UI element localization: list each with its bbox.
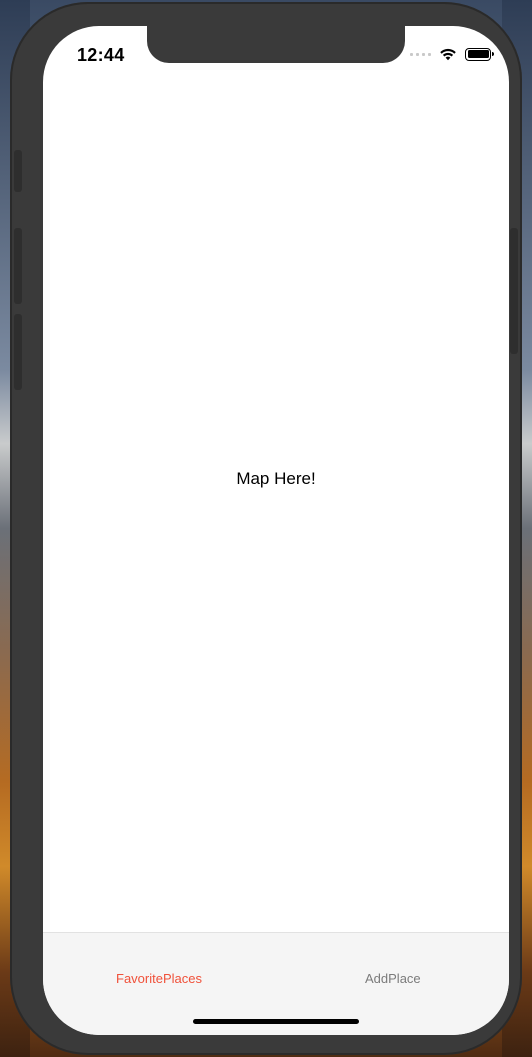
status-time: 12:44 xyxy=(77,45,125,65)
map-placeholder-text: Map Here! xyxy=(236,469,316,488)
mute-switch xyxy=(14,150,22,192)
battery-icon xyxy=(465,47,494,61)
power-button xyxy=(510,228,518,354)
app-screen: Map Here! 12:44 FavoritePlaces AddPlace xyxy=(43,26,509,1035)
wifi-icon xyxy=(440,48,456,61)
tab-add-place-label: AddPlace xyxy=(365,971,421,986)
home-indicator[interactable] xyxy=(193,1019,359,1024)
tab-bar: FavoritePlaces AddPlace xyxy=(43,932,509,1035)
map-placeholder: Map Here! xyxy=(43,26,509,932)
volume-down-button xyxy=(14,314,22,390)
device-notch xyxy=(147,26,405,63)
tab-favorite-places[interactable]: FavoritePlaces xyxy=(116,971,202,986)
signal-icon xyxy=(410,52,431,56)
volume-up-button xyxy=(14,228,22,304)
tab-favorite-places-label: FavoritePlaces xyxy=(116,971,202,986)
tab-add-place[interactable]: AddPlace xyxy=(365,971,421,986)
device-frame: Map Here! 12:44 FavoritePlaces AddPlace xyxy=(10,2,522,1055)
status-icons xyxy=(410,46,494,62)
